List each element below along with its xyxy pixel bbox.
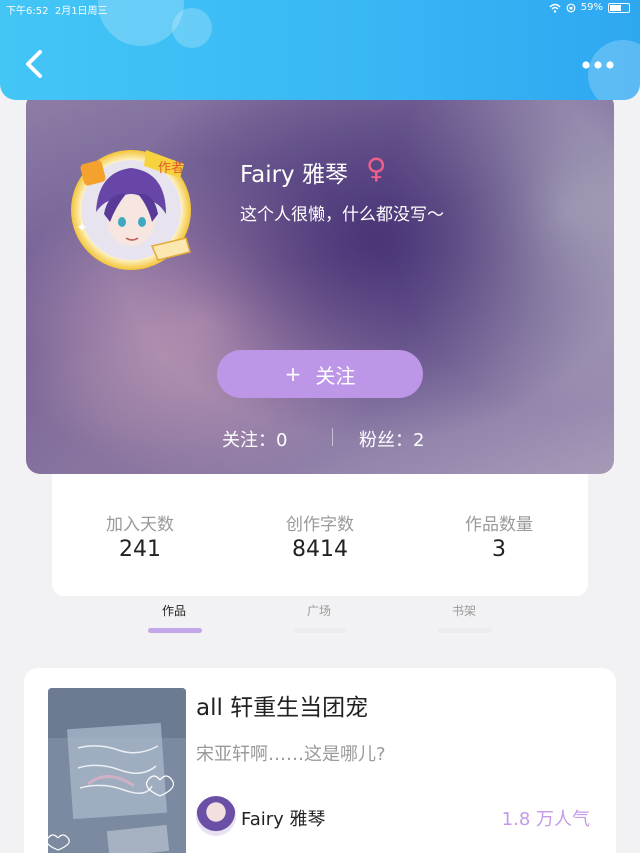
- stat-label: 创作字数: [286, 515, 354, 535]
- tab-square[interactable]: 广场: [289, 602, 349, 619]
- plus-icon: +: [284, 362, 302, 386]
- orientation-lock-icon: [566, 3, 576, 12]
- author-stats-card: 加入天数 241 创作字数 8414 作品数量 3: [52, 474, 588, 596]
- wifi-icon: [549, 3, 561, 13]
- author-badge-text: 作者: [158, 161, 184, 176]
- book-title[interactable]: all 轩重生当团宠: [196, 688, 368, 722]
- book-card[interactable]: all 轩重生当团宠 宋亚轩啊……这是哪儿? Fairy 雅琴 1.8 万人气: [24, 668, 616, 853]
- author-avatar-small[interactable]: [196, 796, 236, 836]
- tab-indicator: [293, 628, 347, 633]
- stat-days-joined: 加入天数 241: [65, 510, 215, 562]
- tab-bookshelf[interactable]: 书架: [434, 602, 494, 619]
- book-author-name[interactable]: Fairy 雅琴: [241, 805, 326, 831]
- profile-name: Fairy 雅琴: [240, 162, 348, 188]
- status-time-date: 下午6:52 2月1日周三: [6, 6, 108, 17]
- fans-count[interactable]: 粉丝：2: [359, 426, 424, 452]
- profile-bio: 这个人很懒，什么都没写～: [240, 205, 444, 225]
- female-icon: ♀: [366, 152, 387, 185]
- book-description: 宋亚轩啊……这是哪儿?: [196, 744, 386, 765]
- tab-works[interactable]: 作品: [144, 602, 204, 619]
- tab-indicator-active: [148, 628, 202, 633]
- stat-works-count: 作品数量 3: [424, 510, 574, 562]
- stat-divider: [332, 428, 333, 446]
- battery-icon: [608, 2, 630, 13]
- book-popularity: 1.8 万人气: [501, 809, 590, 830]
- profile-header-card: 作者 ✦ Fairy 雅琴 ♀ 这个人很懒，什么都没写～ + 关注 关注：0 粉…: [26, 92, 614, 474]
- follow-button[interactable]: + 关注: [217, 350, 423, 398]
- more-dots-icon[interactable]: [580, 54, 620, 76]
- tab-indicator: [438, 628, 492, 633]
- stat-value: 8414: [292, 537, 348, 562]
- stat-word-count: 创作字数 8414: [245, 510, 395, 562]
- svg-text:✦: ✦: [76, 220, 88, 236]
- following-count[interactable]: 关注：0: [222, 426, 287, 452]
- stat-value: 3: [492, 537, 506, 562]
- stat-label: 作品数量: [465, 515, 533, 535]
- stat-label: 加入天数: [106, 515, 174, 535]
- battery-percent: 59%: [580, 2, 603, 13]
- follow-button-label: 关注: [315, 363, 356, 388]
- book-cover-image[interactable]: [48, 688, 186, 853]
- author-avatar[interactable]: 作者 ✦: [66, 142, 196, 272]
- status-bar: 下午6:52 2月1日周三 59%: [0, 0, 640, 18]
- top-nav-bar: 下午6:52 2月1日周三 59%: [0, 0, 640, 100]
- stat-value: 241: [119, 537, 161, 562]
- back-arrow-icon[interactable]: [20, 44, 50, 84]
